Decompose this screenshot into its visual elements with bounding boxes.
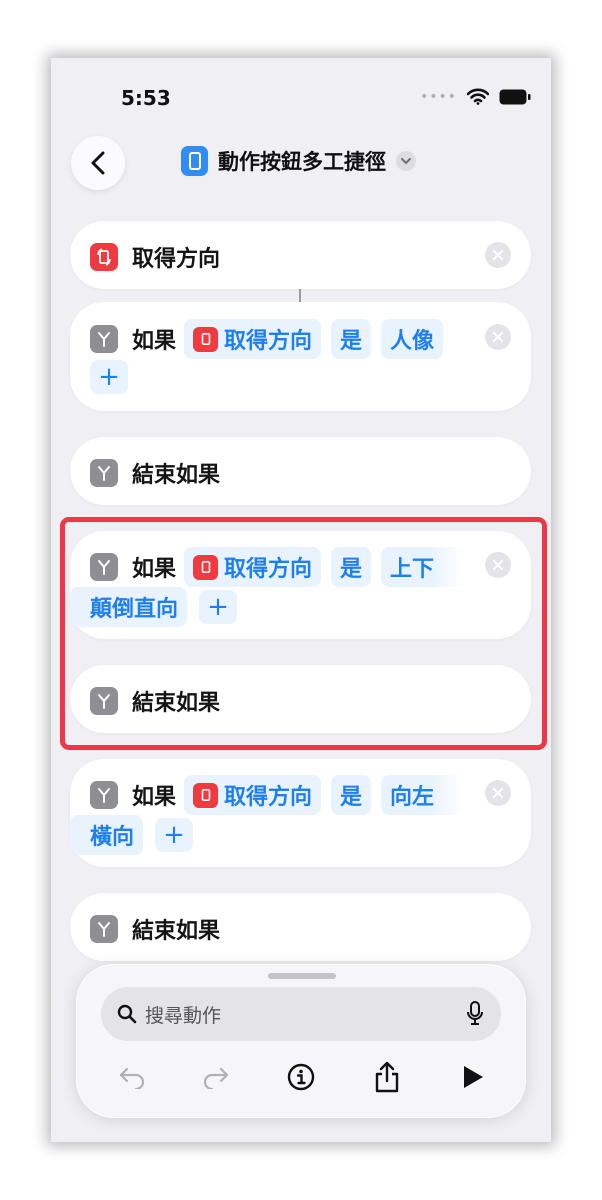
status-time: 5:53: [121, 86, 171, 110]
action-label: 取得方向: [132, 247, 221, 272]
action-connector: [299, 289, 301, 302]
action-if-landscape-left[interactable]: 如果 取得方向 是 向左 橫向 +: [70, 759, 531, 867]
play-icon: [464, 1066, 483, 1088]
variable-name: 取得方向: [224, 785, 313, 810]
redo-icon: [203, 1067, 229, 1089]
condition-operator[interactable]: 是: [331, 319, 372, 359]
if-branch-icon: [90, 459, 118, 487]
remove-icon: [493, 250, 503, 260]
sheet-grabber[interactable]: [268, 973, 336, 979]
shortcut-app-icon: [181, 146, 208, 176]
remove-icon: [493, 332, 503, 342]
if-branch-icon: [90, 325, 118, 353]
mic-icon[interactable]: [467, 1001, 483, 1025]
back-button[interactable]: [71, 136, 125, 190]
search-input[interactable]: 搜尋動作: [145, 1001, 221, 1028]
variable-chip[interactable]: 取得方向: [184, 775, 322, 815]
remove-action-button[interactable]: [485, 242, 511, 268]
action-label: 如果: [132, 785, 177, 810]
action-end-if[interactable]: 結束如果: [70, 437, 531, 505]
orientation-icon: [193, 326, 219, 352]
info-icon: [287, 1063, 315, 1091]
remove-action-button[interactable]: [485, 324, 511, 350]
variable-name: 取得方向: [224, 329, 313, 354]
remove-icon: [493, 788, 503, 798]
highlight-box: [60, 517, 547, 750]
condition-value-cont[interactable]: 橫向: [70, 815, 144, 855]
status-icons: ••••: [420, 88, 531, 105]
undo-button[interactable]: [112, 1057, 152, 1097]
condition-value[interactable]: 人像: [381, 319, 444, 359]
condition-value[interactable]: 向左: [381, 775, 465, 815]
undo-icon: [119, 1067, 145, 1089]
action-get-orientation[interactable]: 取得方向: [70, 221, 531, 289]
info-button[interactable]: [281, 1057, 321, 1097]
run-button[interactable]: [453, 1057, 493, 1097]
action-search-sheet[interactable]: 搜尋動作: [76, 964, 526, 1118]
share-icon: [375, 1061, 399, 1093]
page-title: 動作按鈕多工捷徑: [218, 150, 386, 174]
shortcut-title-menu[interactable]: 動作按鈕多工捷徑: [181, 146, 416, 176]
action-label: 結束如果: [132, 463, 221, 488]
cellular-icon: ••••: [419, 88, 457, 105]
share-button[interactable]: [367, 1057, 407, 1097]
action-if-portrait[interactable]: 如果 取得方向 是 人像 +: [70, 302, 531, 411]
search-icon: [117, 1004, 137, 1024]
if-branch-icon: [90, 915, 118, 943]
orientation-icon: [193, 782, 219, 808]
wifi-icon: [467, 88, 489, 105]
if-branch-icon: [90, 781, 118, 809]
remove-action-button[interactable]: [485, 780, 511, 806]
action-end-if[interactable]: 結束如果: [70, 893, 531, 961]
orientation-icon: [90, 243, 118, 271]
add-condition-button[interactable]: +: [90, 360, 128, 394]
action-label: 結束如果: [132, 919, 221, 944]
condition-operator[interactable]: 是: [331, 775, 372, 815]
redo-button[interactable]: [196, 1057, 236, 1097]
editor-toolbar: [77, 1057, 527, 1097]
search-field[interactable]: 搜尋動作: [101, 987, 501, 1041]
phone-screen: 5:53 •••• 動作按鈕多工捷徑 取得方向 如果 取得方向 是 人像 + 結…: [51, 58, 551, 1142]
chevron-down-icon: [396, 151, 416, 171]
battery-icon: [499, 89, 531, 104]
add-condition-button[interactable]: +: [155, 818, 194, 852]
back-chevron-icon: [91, 151, 105, 175]
variable-chip[interactable]: 取得方向: [184, 319, 322, 359]
action-label: 如果: [132, 329, 177, 354]
